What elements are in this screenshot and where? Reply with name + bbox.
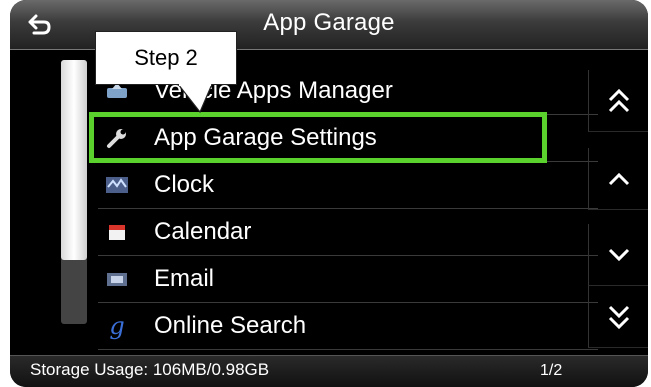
- calendar-icon: [102, 221, 132, 243]
- clock-icon: [102, 174, 132, 196]
- list-item-label: Calendar: [154, 218, 252, 245]
- list-item-label: Clock: [154, 171, 215, 198]
- step-callout: Step 2: [95, 31, 237, 85]
- callout-pointer: [177, 84, 213, 114]
- scroll-up-button[interactable]: [588, 148, 648, 210]
- list-item-online-search[interactable]: g Online Search: [98, 303, 598, 350]
- list-item-label: Email: [154, 265, 215, 292]
- page-indicator: 1/2: [540, 362, 563, 379]
- list-item-clock[interactable]: Clock: [98, 162, 598, 209]
- status-footer: Storage Usage: 106MB/0.98GB 1/2: [10, 355, 648, 387]
- google-g-icon: g: [109, 312, 125, 340]
- scrollbar-thumb[interactable]: [61, 60, 87, 260]
- double-chevron-down-icon: [608, 305, 629, 329]
- scroll-down-button[interactable]: [588, 224, 648, 286]
- email-icon: [102, 268, 132, 290]
- list-item-app-garage-settings[interactable]: App Garage Settings: [98, 115, 598, 162]
- app-list: Vehicle Apps Manager App Garage Settings…: [98, 68, 598, 350]
- storage-usage: Storage Usage: 106MB/0.98GB: [30, 360, 270, 379]
- callout-label: Step 2: [134, 45, 198, 70]
- list-item-label: Online Search: [154, 312, 307, 339]
- page-down-button[interactable]: [588, 286, 648, 348]
- list-item-calendar[interactable]: Calendar: [98, 209, 598, 256]
- chevron-up-icon: [608, 172, 629, 185]
- wrench-icon: [102, 127, 132, 149]
- list-item-email[interactable]: Email: [98, 256, 598, 303]
- double-chevron-up-icon: [608, 88, 629, 112]
- list-item-label: App Garage Settings: [154, 124, 377, 151]
- page-up-button[interactable]: [588, 70, 648, 132]
- chevron-down-icon: [608, 248, 629, 261]
